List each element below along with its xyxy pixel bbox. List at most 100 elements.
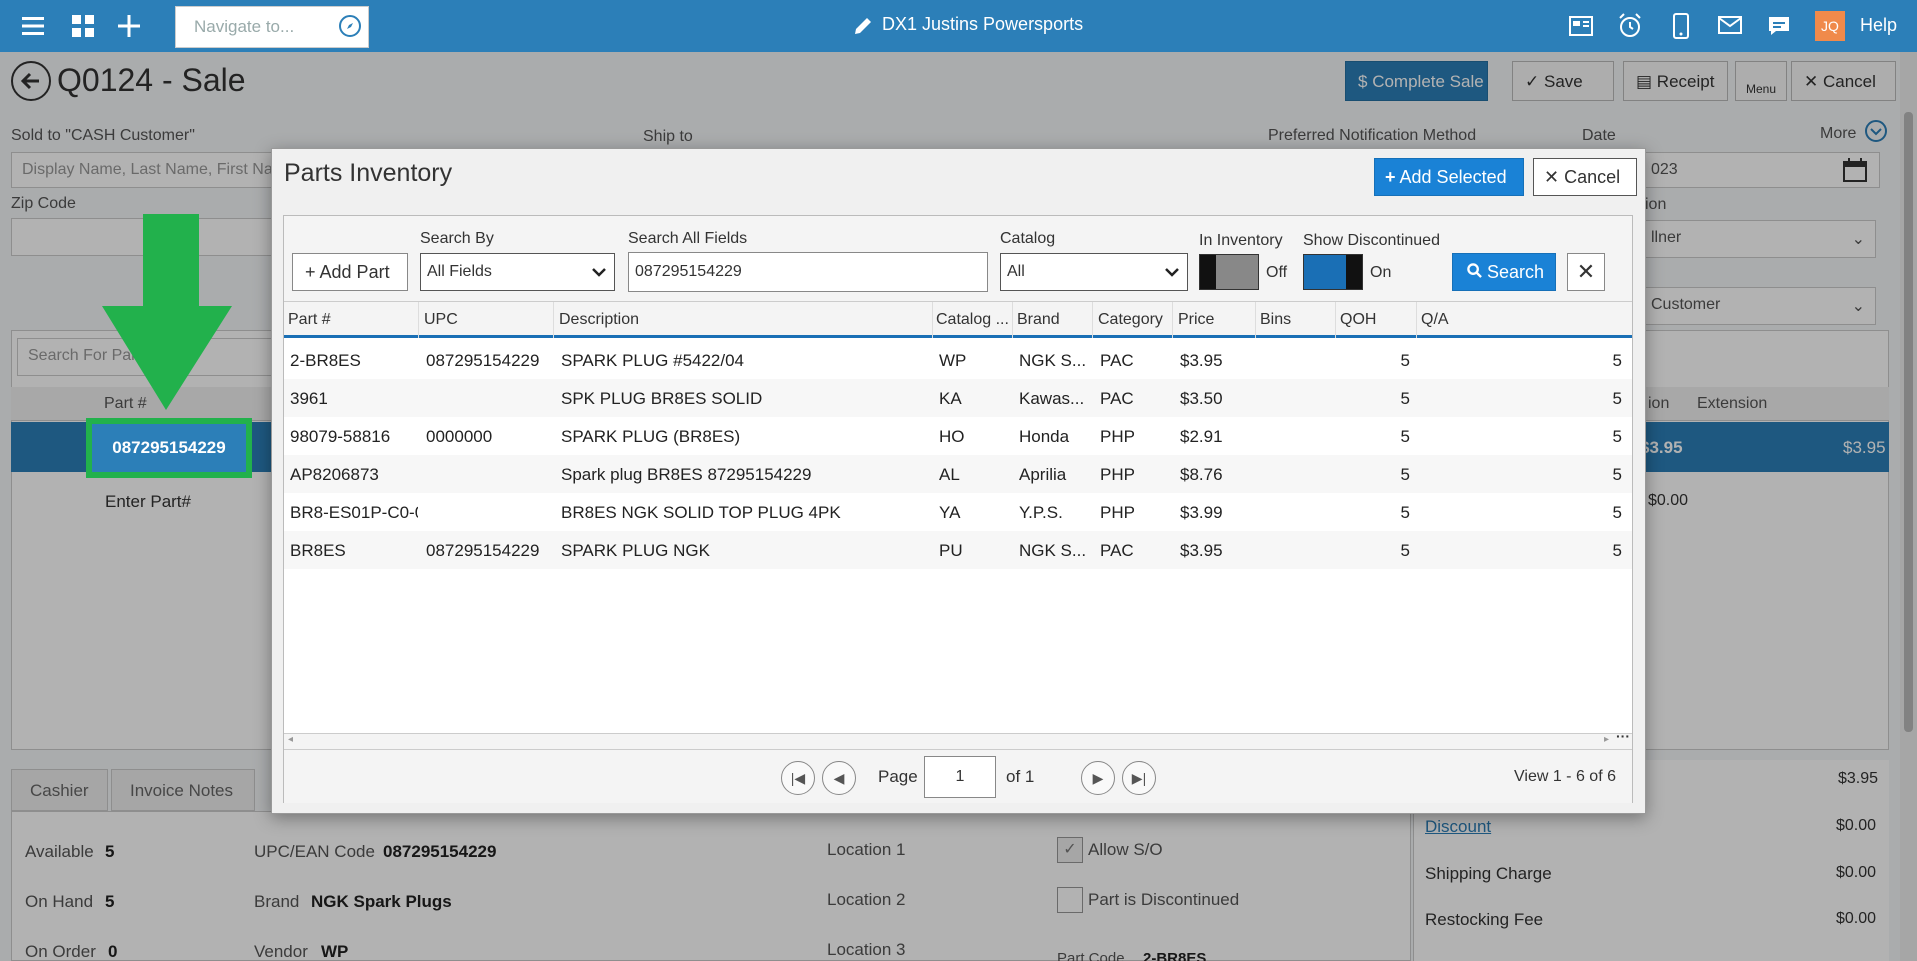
cell-price: $3.95: [1180, 351, 1223, 370]
add-part-button[interactable]: + Add Part: [292, 253, 408, 291]
cell-brand: NGK S...: [1019, 541, 1087, 560]
in-inventory-state: Off: [1266, 264, 1288, 281]
cell-qa: 5: [1612, 503, 1622, 522]
hamburger-menu-icon[interactable]: [20, 13, 46, 39]
col-brand[interactable]: Brand: [1017, 311, 1060, 329]
chevron-down-icon: [1165, 268, 1179, 277]
pencil-icon[interactable]: [852, 15, 874, 37]
grid-apps-icon[interactable]: [70, 13, 96, 39]
user-avatar[interactable]: JQ: [1815, 11, 1845, 41]
page-number-value: 1: [955, 768, 965, 785]
show-discontinued-state: On: [1370, 264, 1392, 281]
cell-part: 98079-58816: [290, 427, 391, 446]
chat-icon[interactable]: [1766, 14, 1792, 38]
cell-price: $8.76: [1180, 465, 1223, 484]
last-page-icon[interactable]: ▶|: [1122, 761, 1156, 795]
horizontal-scrollbar[interactable]: ◂ ▸ ···: [284, 728, 1632, 749]
cell-catalog: AL: [939, 465, 960, 484]
mobile-phone-icon[interactable]: [1672, 12, 1690, 40]
cell-qa: 5: [1612, 427, 1622, 446]
table-row[interactable]: AP8206873 Spark plug BR8ES 87295154229 A…: [284, 455, 1632, 493]
alarm-clock-icon[interactable]: [1617, 12, 1643, 39]
column-separator: [932, 302, 933, 338]
dialog-title: Parts Inventory: [284, 159, 453, 187]
col-part-number[interactable]: Part #: [288, 311, 331, 329]
first-page-icon[interactable]: |◀: [781, 761, 815, 795]
search-all-fields-input[interactable]: 087295154229: [628, 252, 988, 292]
chevron-down-icon: [592, 268, 606, 277]
add-selected-button[interactable]: + Add Selected: [1374, 158, 1524, 196]
search-all-fields-label: Search All Fields: [628, 230, 748, 247]
page-of-label: of 1: [1006, 767, 1035, 786]
col-qa[interactable]: Q/A: [1421, 311, 1449, 329]
column-separator: [1255, 302, 1256, 338]
cell-description: SPK PLUG BR8ES SOLID: [561, 389, 763, 408]
col-catalog[interactable]: Catalog ...: [936, 311, 1009, 329]
cell-brand: Honda: [1019, 427, 1070, 446]
register-icon[interactable]: [1568, 14, 1594, 38]
col-bins[interactable]: Bins: [1260, 311, 1291, 329]
cell-catalog: KA: [939, 389, 962, 408]
col-category[interactable]: Category: [1098, 311, 1163, 329]
clear-search-button[interactable]: ✕: [1567, 253, 1605, 291]
cell-upc: 0000000: [426, 427, 493, 446]
cell-category: PAC: [1100, 389, 1134, 408]
table-row[interactable]: 3961 SPK PLUG BR8ES SOLID KA Kawas... PA…: [284, 379, 1632, 417]
cell-brand: Y.P.S.: [1019, 503, 1063, 522]
previous-page-icon[interactable]: ◀: [822, 761, 856, 795]
catalog-value: All: [1007, 263, 1025, 280]
table-row[interactable]: 98079-58816 0000000 SPARK PLUG (BR8ES) H…: [284, 417, 1632, 455]
catalog-select[interactable]: All: [1000, 253, 1188, 291]
dialog-cancel-button[interactable]: ✕ Cancel: [1533, 158, 1637, 196]
cell-catalog: WP: [939, 351, 967, 370]
parts-grid-header: Part # UPC Description Catalog ... Brand…: [284, 302, 1632, 338]
search-button[interactable]: Search: [1452, 253, 1556, 291]
cell-part: 2-BR8ES: [290, 351, 361, 370]
table-row[interactable]: BR8ES 087295154229 SPARK PLUG NGK PU NGK…: [284, 531, 1632, 569]
top-bar: Navigate to... DX1 Justins Powersports J…: [0, 0, 1917, 52]
compass-icon[interactable]: [338, 14, 362, 38]
navigate-placeholder: Navigate to...: [194, 17, 295, 36]
in-inventory-toggle[interactable]: [1199, 254, 1259, 290]
cell-brand: Aprilia: [1019, 465, 1067, 484]
column-separator: [1012, 302, 1013, 338]
cell-price: $3.95: [1180, 541, 1223, 560]
catalog-label: Catalog: [1000, 230, 1056, 247]
cell-price: $3.50: [1180, 389, 1223, 408]
plus-icon[interactable]: [116, 13, 142, 39]
cell-description: Spark plug BR8ES 87295154229: [561, 465, 812, 484]
cell-upc: 087295154229: [426, 351, 540, 370]
cell-description: SPARK PLUG #5422/04: [561, 351, 745, 370]
scroll-right-icon[interactable]: ▸: [1604, 734, 1609, 745]
col-description[interactable]: Description: [559, 311, 639, 329]
plus-icon: +: [305, 262, 316, 282]
filter-bar: + Add Part Search By All Fields Search A…: [284, 216, 1632, 302]
cell-category: PHP: [1100, 427, 1135, 446]
search-by-select[interactable]: All Fields: [420, 253, 615, 291]
show-discontinued-toggle[interactable]: [1303, 254, 1363, 290]
cell-qoh: 5: [1400, 465, 1410, 484]
column-separator: [1172, 302, 1173, 338]
cell-qoh: 5: [1400, 427, 1410, 446]
column-separator: [1416, 302, 1417, 338]
mail-icon[interactable]: [1717, 15, 1743, 35]
cell-qa: 5: [1612, 351, 1622, 370]
page-number-input[interactable]: 1: [924, 756, 996, 798]
col-qoh[interactable]: QOH: [1340, 311, 1376, 329]
cell-part: BR8-ES01P-C0-0: [290, 503, 418, 522]
more-options-icon[interactable]: ···: [1616, 728, 1630, 744]
cell-description: SPARK PLUG (BR8ES): [561, 427, 741, 446]
cell-description: SPARK PLUG NGK: [561, 541, 710, 560]
scroll-left-icon[interactable]: ◂: [288, 734, 293, 745]
table-row[interactable]: 2-BR8ES 087295154229 SPARK PLUG #5422/04…: [284, 341, 1632, 379]
col-upc[interactable]: UPC: [424, 311, 458, 329]
cell-qa: 5: [1612, 389, 1622, 408]
cell-brand: NGK S...: [1019, 351, 1087, 370]
col-price[interactable]: Price: [1178, 311, 1214, 329]
next-page-icon[interactable]: ▶: [1081, 761, 1115, 795]
highlighted-part-number[interactable]: 087295154229: [86, 418, 252, 478]
help-link[interactable]: Help: [1860, 15, 1897, 36]
table-row[interactable]: BR8-ES01P-C0-0 BR8ES NGK SOLID TOP PLUG …: [284, 493, 1632, 531]
cell-description: BR8ES NGK SOLID TOP PLUG 4PK: [561, 503, 841, 522]
add-selected-label: Add Selected: [1399, 167, 1507, 187]
